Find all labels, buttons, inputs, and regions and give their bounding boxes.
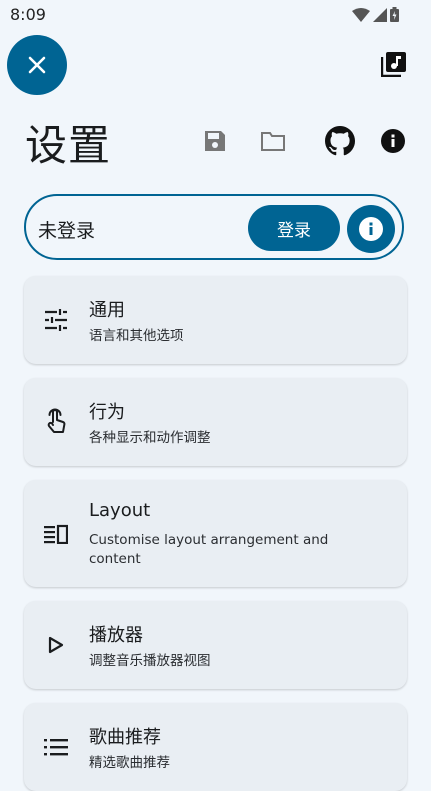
status-time: 8:09 bbox=[10, 5, 46, 24]
settings-item-subtitle: 各种显示和动作调整 bbox=[89, 430, 211, 446]
touch-icon bbox=[42, 408, 70, 436]
login-info-button[interactable] bbox=[347, 205, 395, 253]
settings-item-general[interactable]: 通用 语言和其他选项 bbox=[24, 276, 407, 364]
folder-icon bbox=[261, 132, 285, 151]
settings-item-behaviour[interactable]: 行为 各种显示和动作调整 bbox=[24, 378, 407, 466]
github-icon bbox=[325, 126, 355, 156]
settings-item-layout[interactable]: Layout Customise layout arrangement and … bbox=[24, 480, 407, 587]
title-actions bbox=[0, 125, 431, 159]
settings-item-player[interactable]: 播放器 调整音乐播放器视图 bbox=[24, 601, 407, 689]
settings-item-title: 歌曲推荐 bbox=[89, 727, 161, 748]
info-icon bbox=[359, 217, 383, 241]
settings-item-subtitle: 精选歌曲推荐 bbox=[89, 755, 170, 771]
status-bar: 8:09 bbox=[0, 0, 431, 30]
save-button[interactable] bbox=[199, 125, 231, 157]
status-icons bbox=[352, 7, 399, 22]
login-button[interactable]: 登录 bbox=[248, 205, 340, 251]
info-button[interactable] bbox=[377, 125, 409, 157]
login-card: 未登录 登录 bbox=[24, 194, 404, 260]
settings-item-title: Layout bbox=[89, 500, 151, 521]
list-icon bbox=[42, 733, 70, 761]
settings-item-recommendations[interactable]: 歌曲推荐 精选歌曲推荐 bbox=[24, 703, 407, 791]
settings-item-title: 通用 bbox=[89, 300, 125, 321]
play-icon bbox=[42, 631, 70, 659]
cellular-icon bbox=[373, 7, 387, 22]
open-folder-button[interactable] bbox=[257, 125, 289, 157]
layout-icon bbox=[42, 520, 70, 548]
settings-item-subtitle: Customise layout arrangement and content bbox=[89, 532, 329, 567]
battery-icon bbox=[390, 7, 399, 22]
wifi-icon bbox=[352, 7, 370, 22]
info-icon bbox=[381, 129, 405, 153]
settings-item-subtitle: 调整音乐播放器视图 bbox=[89, 653, 211, 669]
settings-item-subtitle: 语言和其他选项 bbox=[89, 328, 184, 344]
save-icon bbox=[205, 131, 225, 151]
close-icon bbox=[28, 56, 46, 74]
tune-icon bbox=[42, 306, 70, 334]
close-button[interactable] bbox=[7, 35, 67, 95]
github-button[interactable] bbox=[324, 125, 356, 157]
music-library-icon bbox=[380, 52, 406, 78]
settings-item-title: 播放器 bbox=[89, 625, 143, 646]
login-status: 未登录 bbox=[38, 220, 96, 242]
music-library-button[interactable] bbox=[380, 51, 407, 78]
settings-item-title: 行为 bbox=[89, 402, 125, 423]
